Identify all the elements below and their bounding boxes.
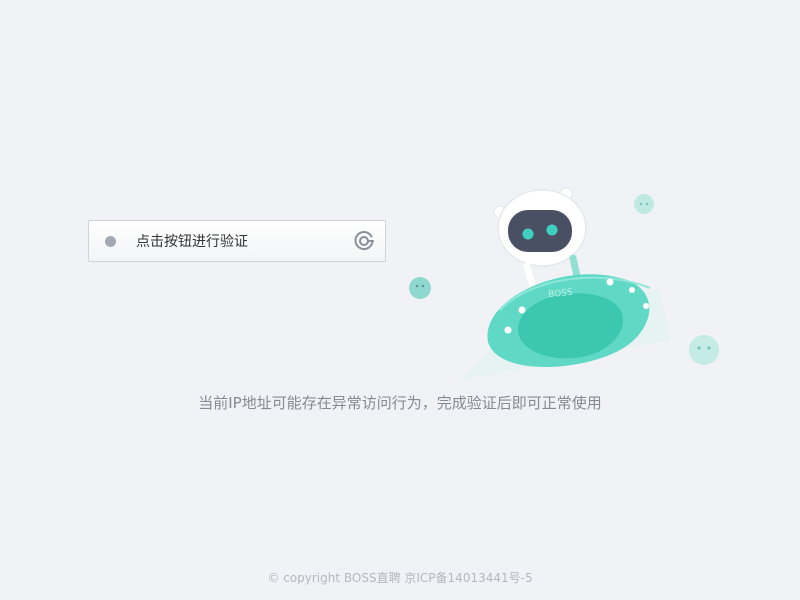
planet-left-icon: [409, 277, 431, 299]
ufo-icon: BOSS: [487, 274, 651, 368]
robot-ufo-illustration: BOSS: [409, 187, 719, 380]
captcha-logo-icon: [354, 231, 374, 250]
footer-copyright: © copyright BOSS直聘 京ICP备14013441号-5: [267, 571, 533, 585]
verify-button[interactable]: 点击按钮进行验证: [88, 220, 386, 262]
robot-icon: [493, 187, 587, 288]
planet-bottom-right-icon: [689, 335, 719, 365]
verify-button-label: 点击按钮进行验证: [136, 234, 248, 250]
planet-top-right-icon: [634, 194, 654, 214]
status-dot-icon: [105, 235, 116, 247]
notice-text: 当前IP地址可能存在异常访问行为，完成验证后即可正常使用: [198, 394, 602, 412]
verification-page: 点击按钮进行验证 BOSS 当前IP地址可能存在异常访问行为，完成验证后即可正常…: [0, 0, 800, 600]
